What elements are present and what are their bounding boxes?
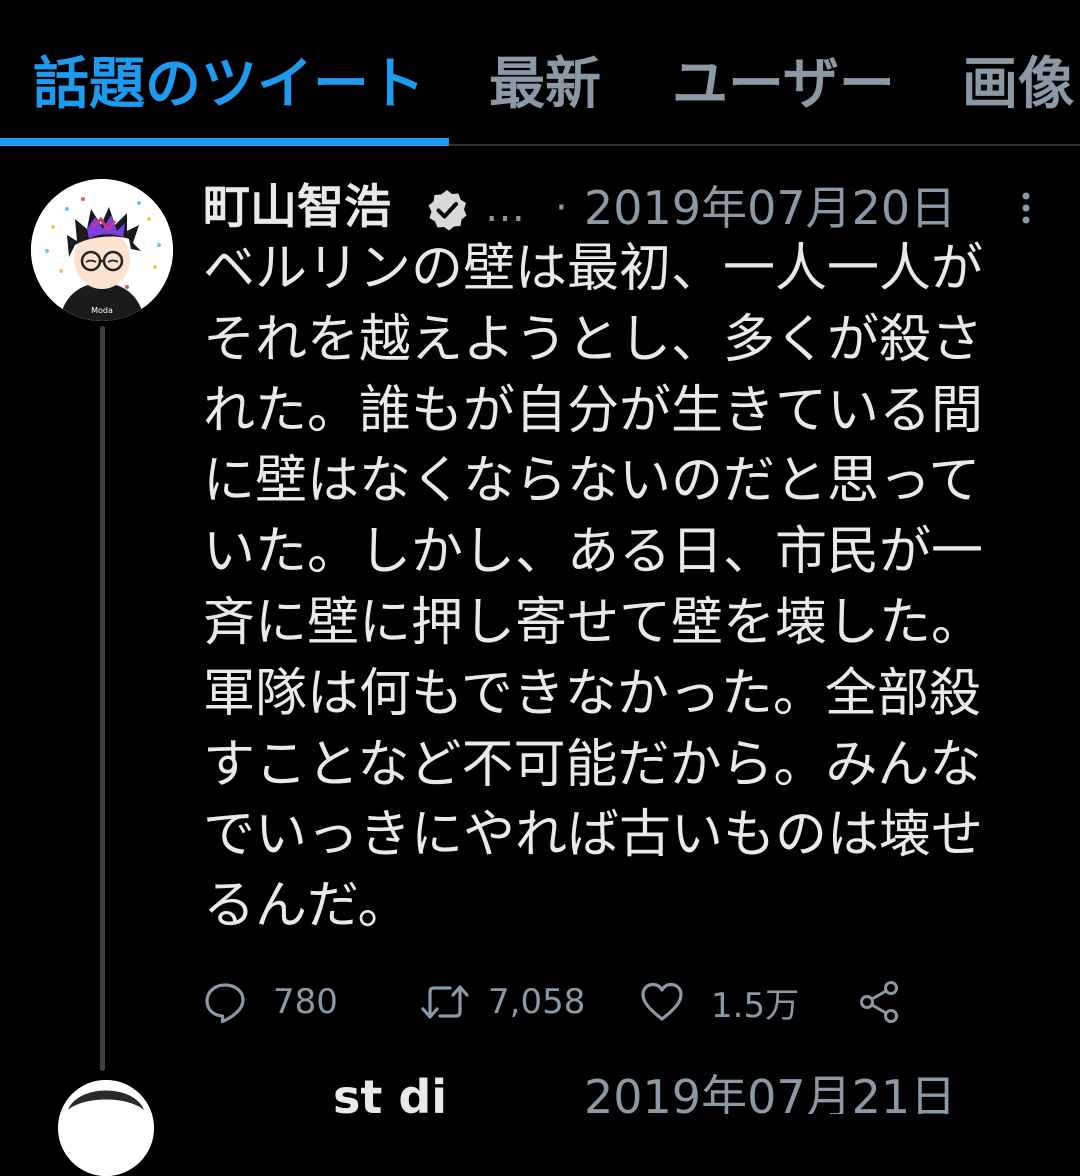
like-button[interactable]: 1.5万 [639, 972, 799, 1032]
reply-button[interactable]: 780 [203, 972, 338, 1032]
tweet-text: ベルリンの壁は最初、一人一人が それを越えようとし、多くが殺さ れた。誰もが自分… [203, 234, 1023, 942]
tweet-text-line: すことなど不可能だから。みんな [203, 734, 982, 795]
verified-badge-icon [428, 190, 467, 231]
author-name[interactable]: 町山智浩 [203, 176, 391, 240]
share-button[interactable] [857, 972, 903, 1032]
tab-images[interactable]: 画像 [962, 50, 1074, 120]
next-author-name[interactable]: st di [333, 1074, 447, 1114]
retweet-button[interactable]: 7,058 [420, 972, 585, 1032]
tweet-text-line: れた。誰もが自分が生きている間 [203, 380, 984, 441]
tweet-text-line: 軍隊は何もできなかった。全部殺 [203, 663, 981, 724]
next-tweet-header: st di 2019年07月21日 [203, 1074, 1063, 1114]
search-tab-bar: 話題のツイート 最新 ユーザー 画像 [0, 0, 1080, 146]
thread-connector-line [100, 326, 105, 1071]
reply-icon [205, 983, 245, 1024]
tab-latest[interactable]: 最新 [489, 50, 601, 120]
share-icon [860, 981, 898, 1023]
tweet-timestamp[interactable]: 2019年07月20日 [584, 176, 956, 240]
next-tweet-timestamp[interactable]: 2019年07月21日 [584, 1074, 956, 1114]
more-vertical-icon[interactable] [1014, 186, 1038, 230]
tweet-actions: 780 7,058 1.5万 [203, 972, 1023, 1032]
like-count: 1.5万 [711, 985, 800, 1026]
author-avatar[interactable]: Moda [31, 179, 173, 321]
tweet-header: 町山智浩 … · 2019年07月20日 [203, 176, 1063, 240]
reply-count: 780 [273, 982, 338, 1022]
tweet-text-line: でいっきにやれば古いものは壊せ [203, 805, 984, 866]
tweet-text-line: るんだ。 [203, 876, 410, 937]
tweet-text-line: に壁はなくならないのだと思って [203, 451, 981, 512]
author-handle[interactable]: … [485, 176, 525, 240]
active-tab-indicator [0, 138, 449, 146]
svg-text:Moda: Moda [91, 306, 113, 315]
next-author-avatar[interactable] [58, 1080, 154, 1176]
retweet-count: 7,058 [488, 982, 586, 1022]
tab-users[interactable]: ユーザー [672, 50, 895, 120]
retweet-icon [421, 985, 469, 1019]
header-separator: · [555, 185, 568, 231]
tab-top-tweets[interactable]: 話題のツイート [33, 50, 425, 120]
tweet-text-line: ベルリンの壁は最初、一人一人が [203, 239, 984, 299]
tweet-text-line: いた。しかし、ある日、市民が一 [203, 522, 984, 583]
heart-icon [641, 982, 683, 1021]
tweet-text-line: 斉に壁に押し寄せて壁を壊した。 [203, 592, 984, 653]
tweet-text-line: それを越えようとし、多くが殺さ [203, 309, 984, 370]
